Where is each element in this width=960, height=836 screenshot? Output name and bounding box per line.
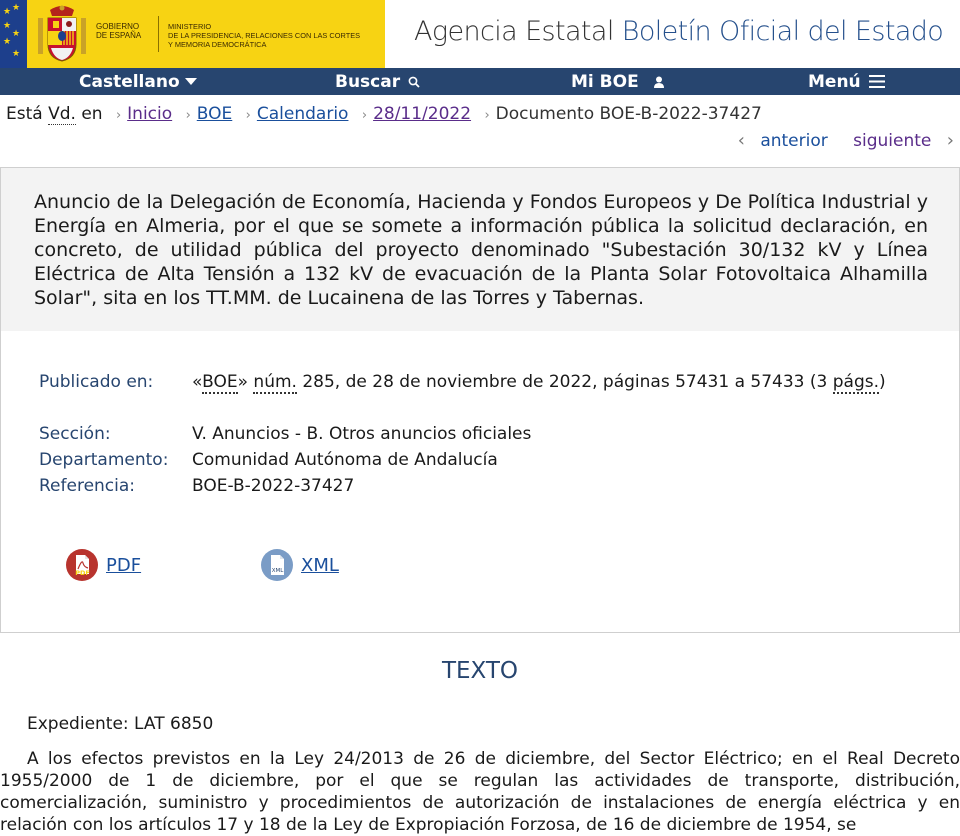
agency-title[interactable]: Agencia Estatal Boletín Oficial del Esta… (414, 16, 944, 47)
document-pager: ‹ anterior siguiente › (738, 130, 954, 151)
chevron-right-icon: › (115, 108, 122, 123)
published-label: Publicado en: (39, 372, 154, 392)
document-metadata: Publicado en: «BOE» núm. 285, de 28 de n… (0, 331, 960, 633)
chevron-right-icon: › (484, 108, 490, 123)
text-section-title: TEXTO (441, 658, 519, 684)
vd-abbr: Vd. (48, 104, 76, 125)
breadcrumb-prefix: Está Vd. en (6, 104, 103, 125)
breadcrumb: Está Vd. en › Inicio › BOE › Calendario › 28… (6, 104, 762, 125)
num-abbr: núm. (253, 372, 297, 394)
svg-text:XML: XML (272, 568, 285, 574)
pdf-download[interactable]: PDF PDF (66, 549, 141, 581)
chevron-right-icon: › (185, 108, 191, 123)
xml-download[interactable]: XML XML (261, 549, 339, 581)
ministry-label: Ministerio de la Presidencia, Relaciones… (168, 22, 361, 49)
my-boe-label: Mi BOE (571, 71, 639, 92)
spain-coat-of-arms-icon (38, 5, 86, 62)
chevron-right-icon: › (361, 108, 368, 123)
body-paragraph: A los efectos previstos en la Ley 24/201… (0, 749, 960, 835)
user-icon (653, 76, 665, 88)
published-value: «BOE» núm. 285, de 28 de noviembre de 20… (192, 372, 886, 394)
section-value: V. Anuncios - B. Otros anuncios oficiale… (192, 424, 532, 444)
breadcrumb-calendar-link[interactable]: Calendario (257, 104, 349, 124)
boe-abbr: BOE (202, 372, 238, 394)
section-label: Sección: (39, 424, 111, 444)
breadcrumb-current: Documento BOE-B-2022-37427 (495, 104, 762, 124)
my-boe-button[interactable]: Mi BOE (571, 68, 665, 95)
search-nav-button[interactable]: Buscar (335, 68, 420, 95)
agency-title-part2: Boletín Oficial del Estado (621, 16, 944, 47)
document-title: Anuncio de la Delegación de Economía, Ha… (34, 191, 928, 309)
government-logo-block[interactable]: ★ ★ ★ ★ ★ ★ Gobierno de España (0, 0, 385, 68)
agency-title-part1: Agencia Estatal (414, 16, 614, 47)
site-header: ★ ★ ★ ★ ★ ★ Gobierno de España (0, 0, 960, 68)
reference-label: Referencia: (39, 476, 136, 496)
caret-down-icon (184, 77, 197, 86)
pdf-file-icon: PDF (66, 549, 98, 581)
reference-value: BOE-B-2022-37427 (192, 476, 355, 496)
main-nav: Castellano Buscar Mi BOE Menú (0, 68, 960, 95)
search-icon (408, 76, 420, 88)
menu-label: Menú (808, 71, 861, 92)
breadcrumb-home-link[interactable]: Inicio (127, 104, 172, 124)
previous-document-link[interactable]: anterior (760, 131, 827, 151)
xml-link[interactable]: XML (301, 555, 339, 576)
svg-text:PDF: PDF (75, 569, 90, 577)
chevron-right-icon: › (245, 108, 251, 123)
language-label: Castellano (79, 71, 180, 92)
search-label: Buscar (335, 71, 401, 92)
breadcrumb-date-link[interactable]: 28/11/2022 (373, 104, 471, 124)
next-document-link[interactable]: siguiente (853, 131, 931, 151)
pdf-link[interactable]: PDF (106, 555, 141, 576)
government-label: Gobierno de España (96, 22, 142, 40)
eu-flag-icon: ★ ★ ★ ★ ★ ★ (0, 0, 27, 68)
expediente-line: Expediente: LAT 6850 (27, 714, 214, 734)
document-title-box: Anuncio de la Delegación de Economía, Ha… (0, 167, 960, 332)
department-value: Comunidad Autónoma de Andalucía (192, 450, 498, 470)
hamburger-menu-icon (868, 75, 885, 88)
xml-file-icon: XML (261, 549, 293, 581)
department-label: Departamento: (39, 450, 169, 470)
chevron-right-icon: › (946, 130, 954, 151)
menu-button[interactable]: Menú (808, 68, 885, 95)
pags-abbr: págs. (832, 372, 879, 394)
breadcrumb-boe-link[interactable]: BOE (197, 104, 233, 124)
logo-divider (158, 16, 159, 52)
language-selector[interactable]: Castellano (79, 68, 197, 95)
chevron-left-icon: ‹ (737, 130, 745, 151)
